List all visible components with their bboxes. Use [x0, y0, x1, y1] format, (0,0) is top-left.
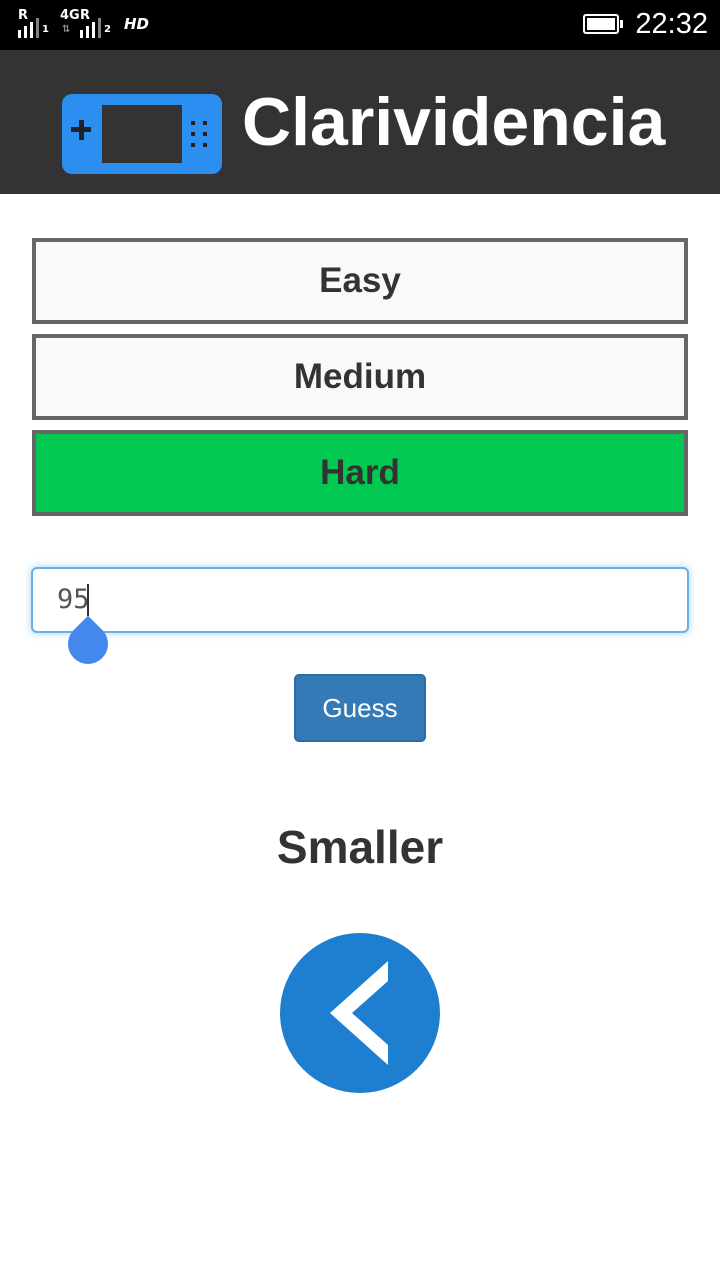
status-time: 22:32: [635, 8, 708, 40]
app-header: Clarividencia: [0, 50, 720, 194]
data-arrows-icon: ⇅: [62, 24, 71, 35]
guess-input-value: 95: [57, 584, 90, 615]
sim1-index: 1: [42, 24, 49, 35]
chevron-left-icon: [280, 933, 440, 1093]
chevron-left-glyph: [330, 961, 388, 1065]
status-bar: R 1 4G R ⇅ 2 HD 22:32: [0, 0, 720, 50]
signal-sim1-icon: R 1: [16, 8, 52, 38]
dpad-icon: [70, 118, 94, 142]
sim2-index: 2: [104, 24, 111, 35]
hd-voice-indicator: HD: [124, 15, 150, 33]
guess-input[interactable]: 95: [31, 567, 689, 633]
hard-button[interactable]: Hard: [32, 430, 688, 516]
roaming-indicator: R: [18, 8, 29, 23]
result-message: Smaller: [276, 821, 444, 873]
app-title: Clarividencia: [242, 84, 666, 160]
medium-button[interactable]: Medium: [32, 334, 688, 420]
battery-icon: [583, 14, 619, 34]
gamepad-icon: [62, 94, 222, 174]
signal-sim2-icon: 4G R ⇅ 2: [60, 8, 116, 38]
easy-button[interactable]: Easy: [32, 238, 688, 324]
network-type: 4G: [60, 8, 80, 23]
roaming-indicator-2: R: [80, 8, 91, 23]
text-cursor: [87, 584, 89, 616]
guess-button[interactable]: Guess: [294, 674, 426, 742]
